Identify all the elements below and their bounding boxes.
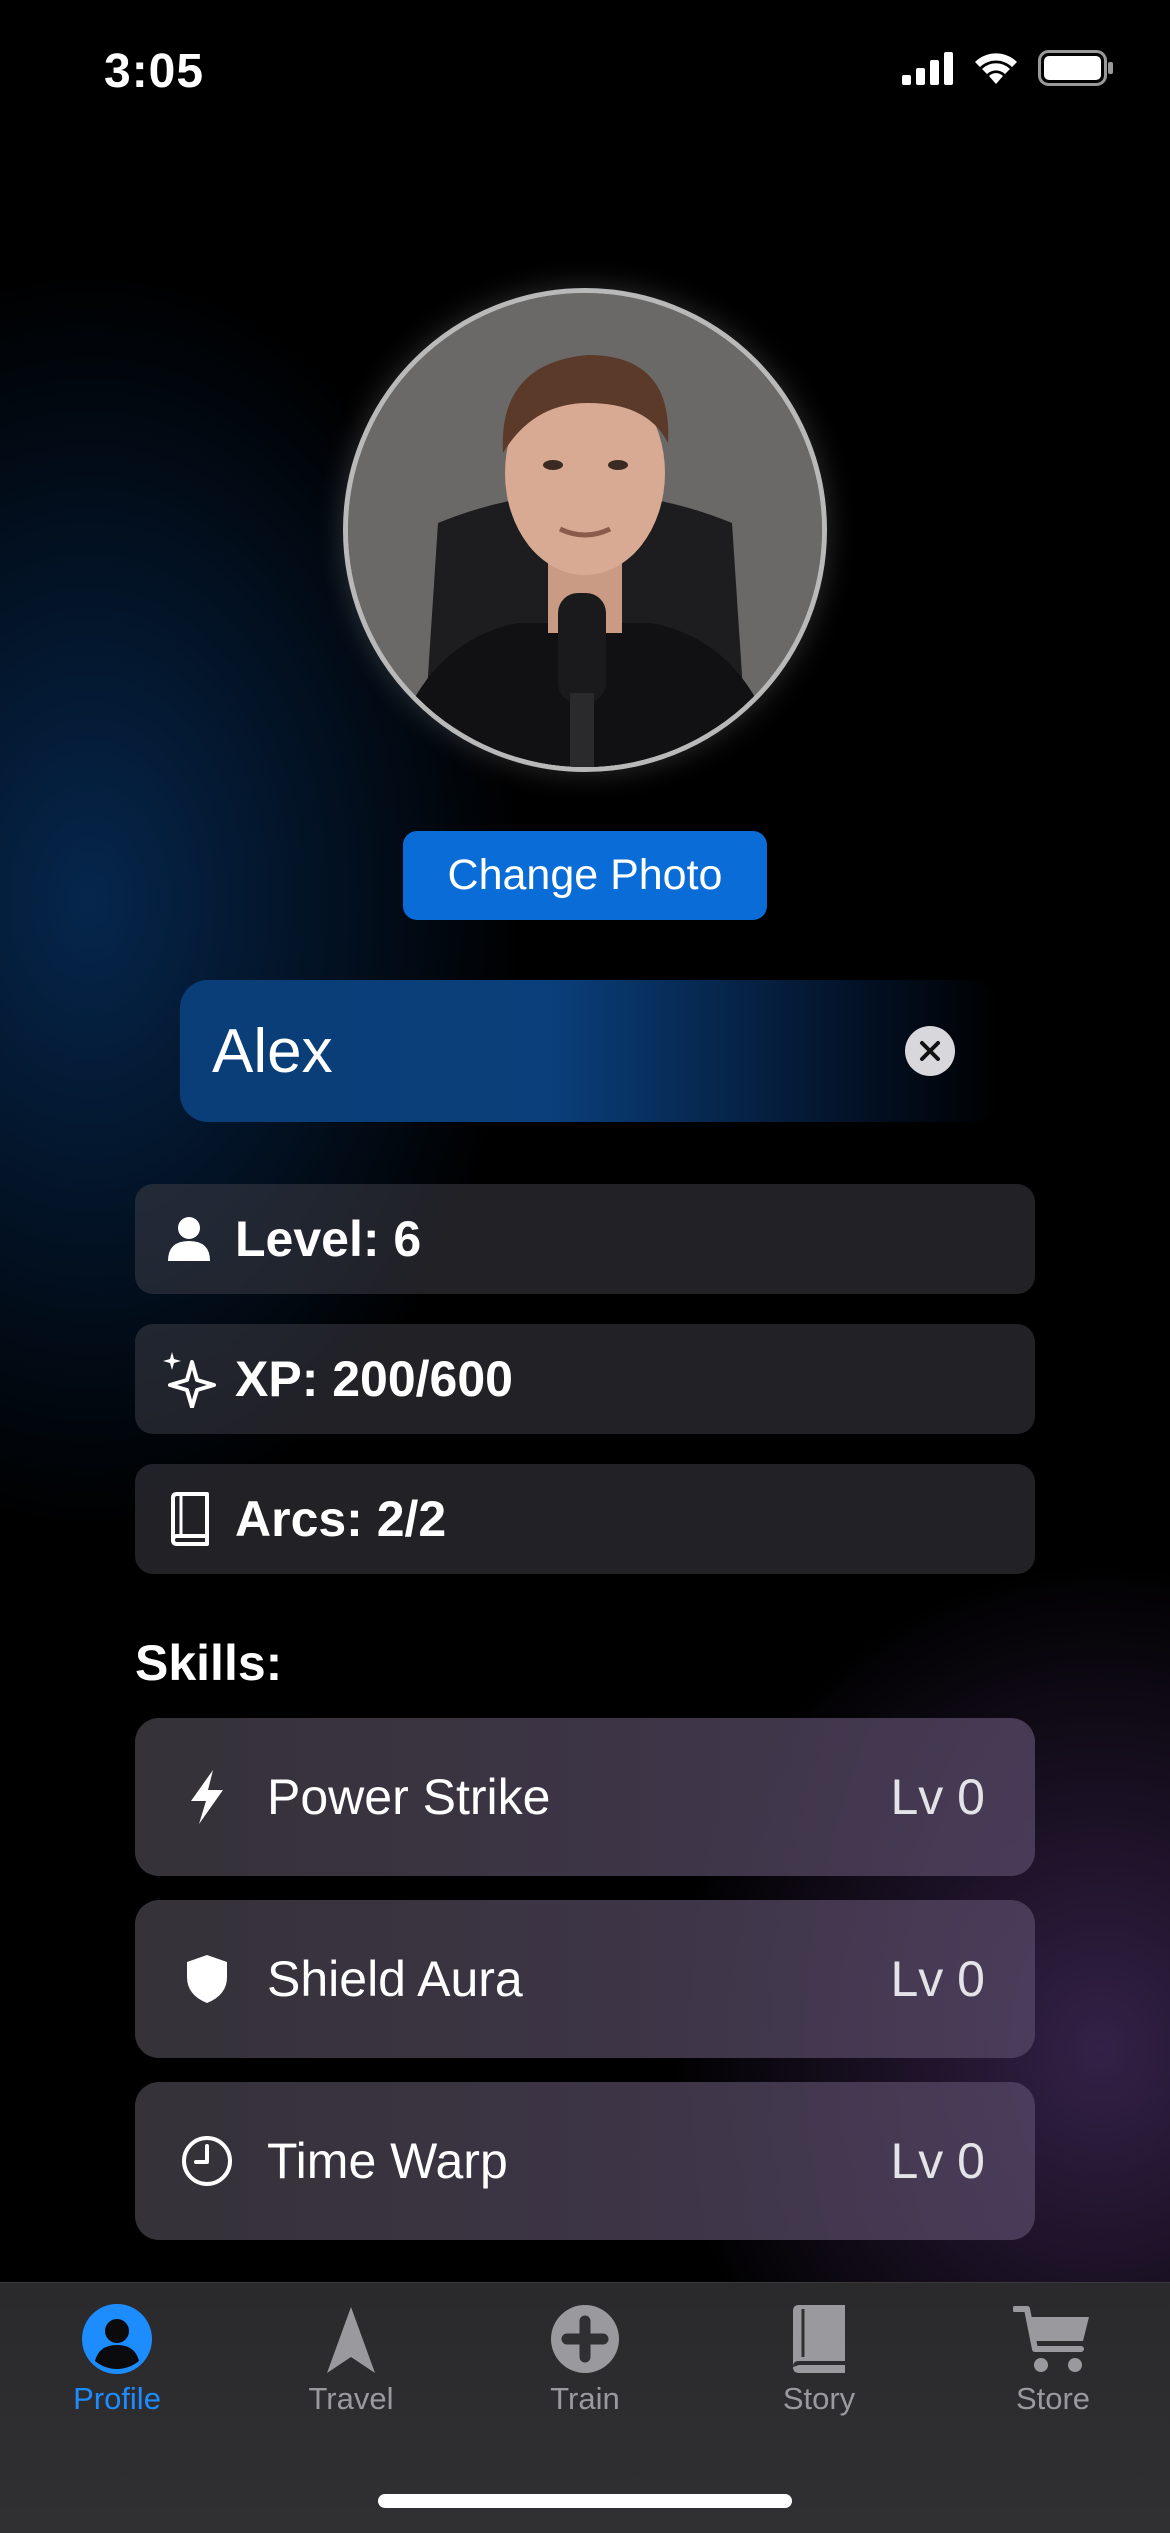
battery-icon bbox=[1038, 50, 1113, 86]
avatar[interactable] bbox=[343, 288, 827, 772]
skill-time-warp[interactable]: Time Warp Lv 0 bbox=[135, 2082, 1035, 2240]
tab-label: Store bbox=[1015, 2381, 1091, 2416]
tab-store[interactable]: Store bbox=[936, 2303, 1170, 2417]
book-icon bbox=[793, 2305, 845, 2373]
sparkles-icon bbox=[163, 1352, 216, 1408]
skill-level: Lv 0 bbox=[890, 2133, 985, 2189]
cellular-signal-icon bbox=[902, 52, 953, 85]
close-icon bbox=[920, 1041, 940, 1061]
tab-train[interactable]: Train bbox=[468, 2303, 702, 2417]
skill-level: Lv 0 bbox=[890, 1769, 985, 1825]
skills-heading: Skills: bbox=[135, 1635, 283, 1691]
home-indicator bbox=[378, 2494, 792, 2508]
tab-story[interactable]: Story bbox=[702, 2303, 936, 2417]
tab-label: Story bbox=[782, 2381, 856, 2416]
status-icons bbox=[902, 50, 1114, 86]
skill-power-strike[interactable]: Power Strike Lv 0 bbox=[135, 1718, 1035, 1876]
person-icon bbox=[168, 1217, 210, 1261]
status-time: 3:05 bbox=[104, 45, 205, 98]
tab-profile[interactable]: Profile bbox=[0, 2303, 234, 2417]
tab-label: Train bbox=[550, 2381, 620, 2416]
navigation-arrow-icon bbox=[327, 2307, 375, 2373]
tab-label: Travel bbox=[308, 2381, 394, 2416]
plus-circle-icon bbox=[551, 2305, 619, 2373]
avatar-photo bbox=[348, 293, 822, 767]
cart-icon bbox=[1013, 2306, 1089, 2372]
bolt-icon bbox=[191, 1770, 223, 1824]
profile-icon bbox=[82, 2304, 152, 2374]
wifi-icon bbox=[975, 53, 1017, 84]
shield-icon bbox=[187, 1955, 227, 2003]
clear-text-button[interactable] bbox=[905, 1026, 955, 1076]
skill-name: Shield Aura bbox=[267, 1951, 523, 2007]
stat-xp-label: XP: 200/600 bbox=[235, 1351, 513, 1407]
book-icon bbox=[171, 1492, 209, 1546]
skill-shield-aura[interactable]: Shield Aura Lv 0 bbox=[135, 1900, 1035, 2058]
tab-travel[interactable]: Travel bbox=[234, 2303, 468, 2417]
name-input-value: Alex bbox=[212, 1016, 333, 1086]
change-photo-button[interactable]: Change Photo bbox=[403, 831, 767, 920]
stat-arcs-label: Arcs: 2/2 bbox=[235, 1491, 447, 1547]
skill-name: Power Strike bbox=[267, 1769, 551, 1825]
name-field[interactable]: Alex bbox=[180, 980, 1000, 1122]
stat-xp: XP: 200/600 bbox=[135, 1324, 1035, 1434]
skill-level: Lv 0 bbox=[890, 1951, 985, 2007]
stat-level: Level: 6 bbox=[135, 1184, 1035, 1294]
skill-name: Time Warp bbox=[267, 2133, 508, 2189]
stat-arcs: Arcs: 2/2 bbox=[135, 1464, 1035, 1574]
tab-label: Profile bbox=[73, 2381, 161, 2416]
stat-level-label: Level: 6 bbox=[235, 1211, 422, 1267]
clock-icon bbox=[182, 2136, 232, 2186]
